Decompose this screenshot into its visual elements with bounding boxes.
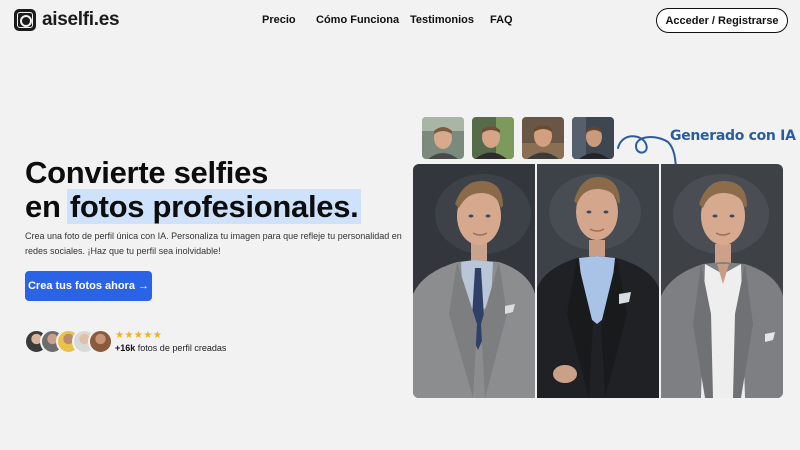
hero-title-prefix: en [25,189,61,224]
avatar [88,329,113,354]
hero-title-highlight: fotos profesionales. [66,189,362,224]
hero-subtitle: Crea una foto de perfil única con IA. Pe… [25,231,402,256]
logo[interactable]: aiselfi.es [14,9,120,31]
generated-photo-open-collar [661,164,783,398]
nav-link-precio[interactable]: Precio [262,14,296,26]
selfie-thumbnail [572,117,614,159]
selfie-thumbnail [522,117,564,159]
nav-link-testimonios[interactable]: Testimonios [410,14,474,26]
nav-link-como-funciona[interactable]: Cómo Funciona [316,14,399,26]
nav-link-faq[interactable]: FAQ [490,14,513,26]
selfie-thumbnail [472,117,514,159]
logo-text: aiselfi.es [42,9,120,30]
photos-count-label: fotos de perfil creadas [137,343,227,353]
photos-count-number: +16k [115,343,136,353]
generated-photo-dark-suit [537,164,659,398]
camera-logo-icon [14,9,36,31]
generated-with-ai-annotation: Generado con IA [670,128,796,144]
photos-created-count: +16k fotos de perfil creadas [115,343,226,353]
rating-stars-icon: ★★★★★ [115,330,163,341]
hero-title-line1: Convierte selfies [25,155,269,190]
create-photos-button[interactable]: Crea tus fotos ahora → [25,271,152,301]
top-navigation-bar: aiselfi.es Precio Cómo Funciona Testimon… [0,0,800,42]
hero-title: Convierte selfies en fotos profesionales… [25,155,362,224]
generated-photo-grey-suit [413,164,535,398]
login-register-button[interactable]: Acceder / Registrarse [656,8,788,33]
selfie-thumbnail [422,117,464,159]
